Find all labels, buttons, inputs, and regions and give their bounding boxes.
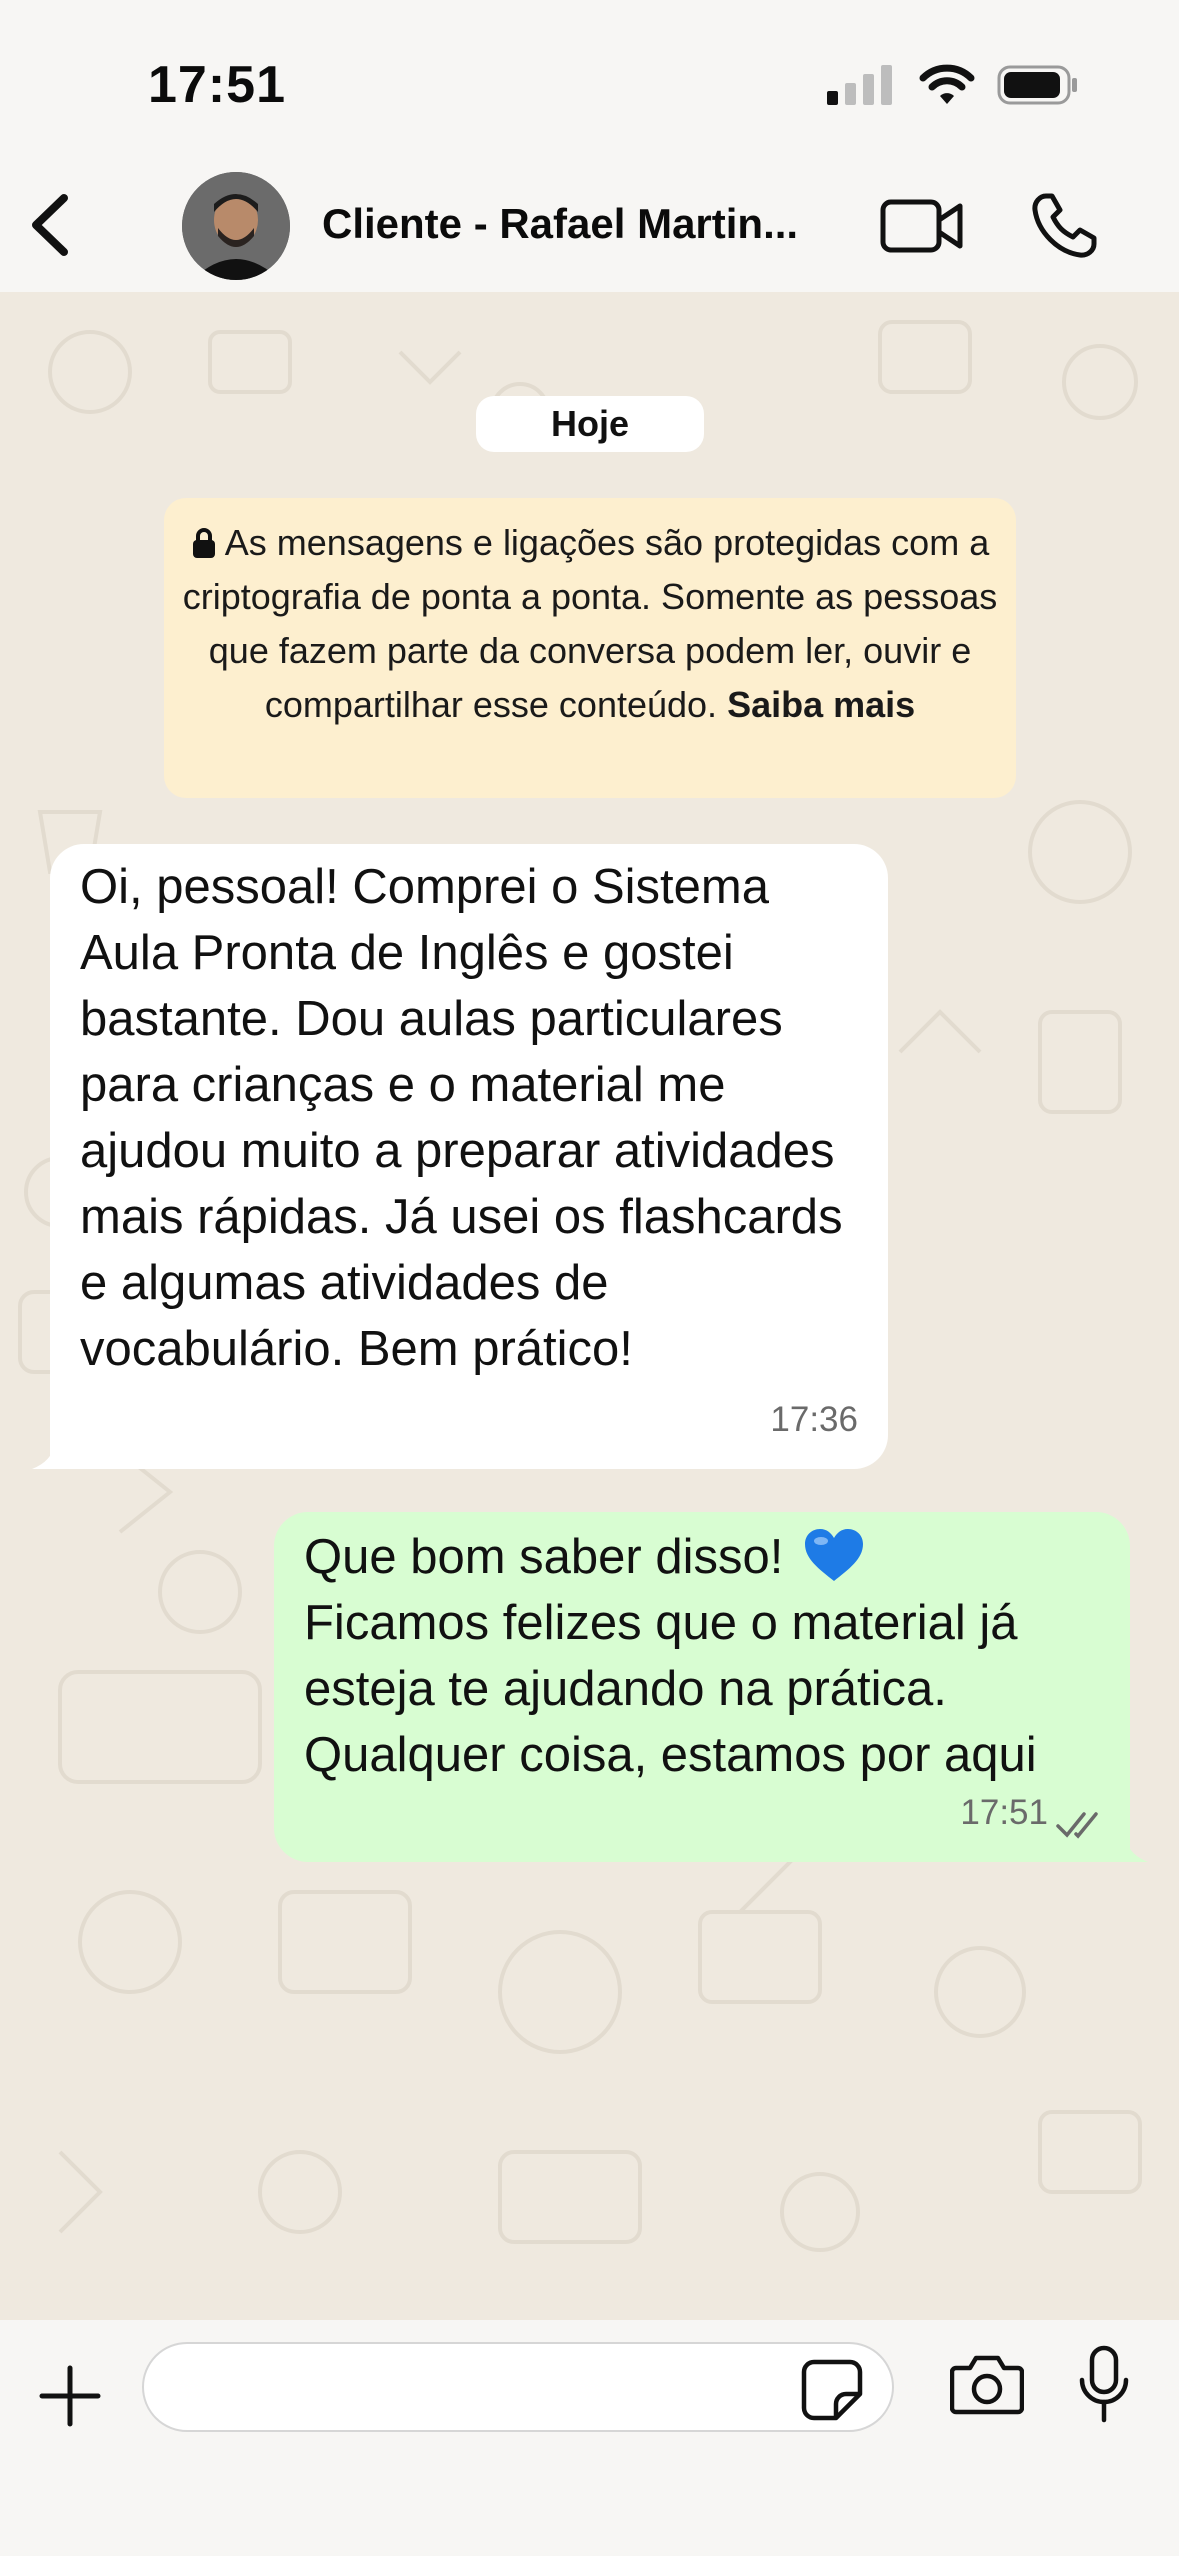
date-label: Hoje [476, 396, 704, 452]
message-composer-bar [0, 2320, 1179, 2556]
incoming-message-time: 17:36 [770, 1400, 858, 1439]
sticker-icon[interactable] [800, 2358, 864, 2422]
learn-more-link[interactable]: Saiba mais [727, 684, 915, 725]
plus-icon[interactable] [38, 2364, 102, 2428]
encryption-notice[interactable]: As mensagens e ligações são protegidas c… [164, 498, 1016, 798]
battery-icon [997, 65, 1077, 105]
outgoing-message-time: 17:51 [960, 1793, 1048, 1832]
message-input[interactable] [142, 2342, 894, 2432]
back-chevron-icon[interactable] [22, 190, 82, 260]
status-bar: 17:51 [0, 0, 1179, 160]
wifi-icon [919, 64, 975, 104]
outgoing-message-text-rest: Ficamos felizes que o material já esteja… [304, 1596, 1037, 1782]
incoming-message-bubble[interactable]: Oi, pessoal! Comprei o Sistema Aula Pron… [32, 844, 888, 1469]
chat-area[interactable]: Hoje As mensagens e ligações são protegi… [0, 292, 1179, 2320]
bubble-tail [1118, 1838, 1148, 1862]
microphone-icon[interactable] [1076, 2344, 1132, 2426]
cellular-signal-icon [827, 65, 892, 105]
phone-icon[interactable] [1030, 190, 1100, 260]
lock-icon [192, 528, 215, 558]
outgoing-message-bubble[interactable]: Que bom saber disso! Ficamos felizes que… [274, 1512, 1148, 1862]
camera-icon[interactable] [950, 2352, 1024, 2416]
status-time: 17:51 [148, 56, 286, 114]
blue-heart-emoji-icon [804, 1529, 863, 1581]
contact-name[interactable]: Cliente - Rafael Martin... [322, 200, 842, 248]
chat-header: Cliente - Rafael Martin... [0, 160, 1179, 292]
read-receipt-icon [1056, 1812, 1098, 1839]
outgoing-message-text: Que bom saber disso! [304, 1530, 784, 1584]
video-camera-icon[interactable] [880, 196, 964, 256]
contact-avatar[interactable] [182, 172, 290, 280]
incoming-message-text: Oi, pessoal! Comprei o Sistema Aula Pron… [80, 860, 843, 1376]
status-icons [827, 64, 1079, 106]
bubble-tail [32, 1445, 62, 1469]
